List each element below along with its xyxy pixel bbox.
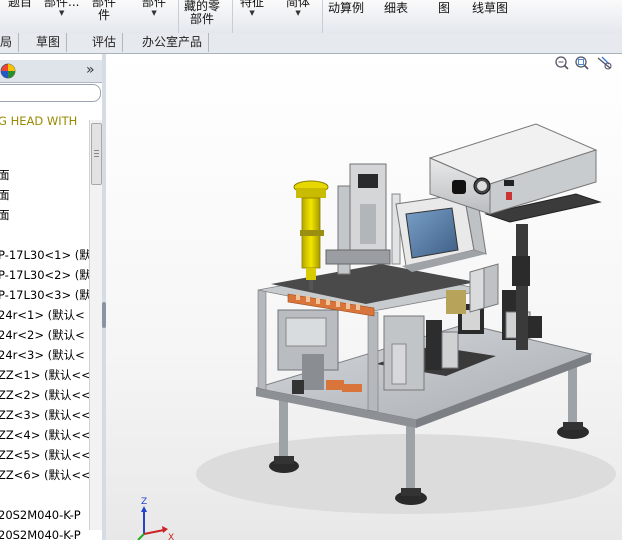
- ribbon-label: 特征: [240, 0, 265, 9]
- dispensing-machine-model[interactable]: [106, 54, 622, 540]
- tree-item[interactable]: 24r<3> (默认<: [0, 346, 85, 364]
- ribbon-label: 动算例: [328, 1, 365, 15]
- tree-item[interactable]: ZZ<6> (默认<<: [0, 466, 91, 484]
- tree-item[interactable]: ZZ<2> (默认<<: [0, 386, 91, 404]
- ribbon-label: 图: [438, 1, 451, 15]
- tree-item[interactable]: 24r<1> (默认<: [0, 306, 85, 324]
- ribbon-label: 件: [98, 8, 111, 22]
- dispensing-syringe: [293, 180, 329, 290]
- feature-manager-panel: » G HEAD WITH面面面P-17L30<1> (默P-17L30<2> …: [0, 54, 103, 540]
- graphics-viewport[interactable]: Z X: [106, 54, 622, 540]
- tree-item[interactable]: 20S2M040-K-P: [0, 506, 81, 524]
- tree-item[interactable]: ZZ<1> (默认<<: [0, 366, 91, 384]
- ribbon-label: 部件...: [44, 0, 80, 9]
- ribbon-label: 题目: [8, 0, 33, 9]
- tree-item[interactable]: G HEAD WITH: [0, 112, 77, 130]
- ribbon-button-0[interactable]: 题目: [8, 0, 32, 9]
- monitor-pole: [516, 224, 528, 350]
- tree-item[interactable]: P-17L30<3> (默: [0, 286, 91, 304]
- scrollbar-thumb[interactable]: [91, 123, 102, 185]
- ribbon-button-6[interactable]: 简体 ▼: [286, 0, 310, 18]
- ribbon-button-9[interactable]: 图: [438, 2, 450, 15]
- ribbon-label: 线草图: [472, 1, 509, 15]
- tree-item[interactable]: 面: [0, 166, 10, 184]
- coordinate-triad: Z X: [137, 497, 174, 540]
- tab-label: 草图: [36, 35, 61, 49]
- ribbon-label: 部件: [142, 0, 167, 9]
- caret-down-icon: ▼: [59, 9, 65, 17]
- ribbon-button-1[interactable]: 部件... ▼: [44, 0, 79, 18]
- tab-label: 办公室产品: [142, 35, 203, 49]
- ribbon-button-5[interactable]: 特征 ▼: [240, 0, 264, 18]
- tree-item[interactable]: 面: [0, 186, 10, 204]
- caret-down-icon: ▼: [295, 9, 301, 17]
- tab-sketch[interactable]: 草图: [30, 33, 68, 52]
- tree-item[interactable]: ZZ<3> (默认<<: [0, 406, 91, 424]
- ribbon-separator: [322, 0, 323, 33]
- ribbon-button-4[interactable]: 藏的零 部件: [184, 0, 220, 26]
- ribbon-button-3[interactable]: 部件 ▼: [142, 0, 166, 18]
- ribbon-separator: [178, 0, 179, 33]
- tree-filter-input[interactable]: [0, 84, 101, 102]
- tab-label: 局: [0, 35, 13, 49]
- triad-z-label: Z: [141, 497, 147, 507]
- ribbon-label: 细表: [384, 1, 409, 15]
- tree-item[interactable]: P-17L30<2> (默: [0, 266, 91, 284]
- ribbon-separator: [232, 0, 233, 33]
- tab-label: 评估: [92, 35, 117, 49]
- tree-item[interactable]: ZZ<4> (默认<<: [0, 426, 91, 444]
- caret-down-icon: ▼: [249, 9, 255, 17]
- ribbon-button-8[interactable]: 细表: [384, 2, 408, 15]
- command-tabs: 局 草图 评估 办公室产品: [0, 33, 622, 54]
- ribbon-label: 部件: [190, 12, 215, 26]
- triad-x-label: X: [168, 533, 174, 540]
- tab-layout[interactable]: 局: [0, 33, 20, 52]
- tab-evaluate[interactable]: 评估: [86, 33, 124, 52]
- panel-tab-strip: »: [0, 60, 102, 83]
- command-manager-ribbon: 题目 部件... ▼ 部件件 部件 ▼ 藏的零 部件 特征 ▼ 简体 ▼ 动算例 细表 图…: [0, 0, 622, 34]
- tree-item[interactable]: 24r<2> (默认<: [0, 326, 85, 344]
- ribbon-button-2[interactable]: 部件件: [92, 0, 116, 22]
- config-manager-icon[interactable]: [0, 62, 20, 80]
- ribbon-button-7[interactable]: 动算例: [328, 2, 364, 15]
- tree-item[interactable]: 面: [0, 206, 10, 224]
- ribbon-button-10[interactable]: 线草图: [472, 2, 508, 15]
- tree-item[interactable]: ZZ<5> (默认<<: [0, 446, 91, 464]
- tree-scrollbar[interactable]: [89, 120, 102, 530]
- tab-office-products[interactable]: 办公室产品: [136, 33, 210, 52]
- tree-item[interactable]: P-17L30<1> (默: [0, 246, 91, 264]
- caret-down-icon: ▼: [151, 9, 157, 17]
- ribbon-label: 简体: [286, 0, 311, 9]
- tree-item[interactable]: 20S2M040-K-P: [0, 526, 81, 540]
- collapse-panel-button[interactable]: »: [86, 62, 95, 78]
